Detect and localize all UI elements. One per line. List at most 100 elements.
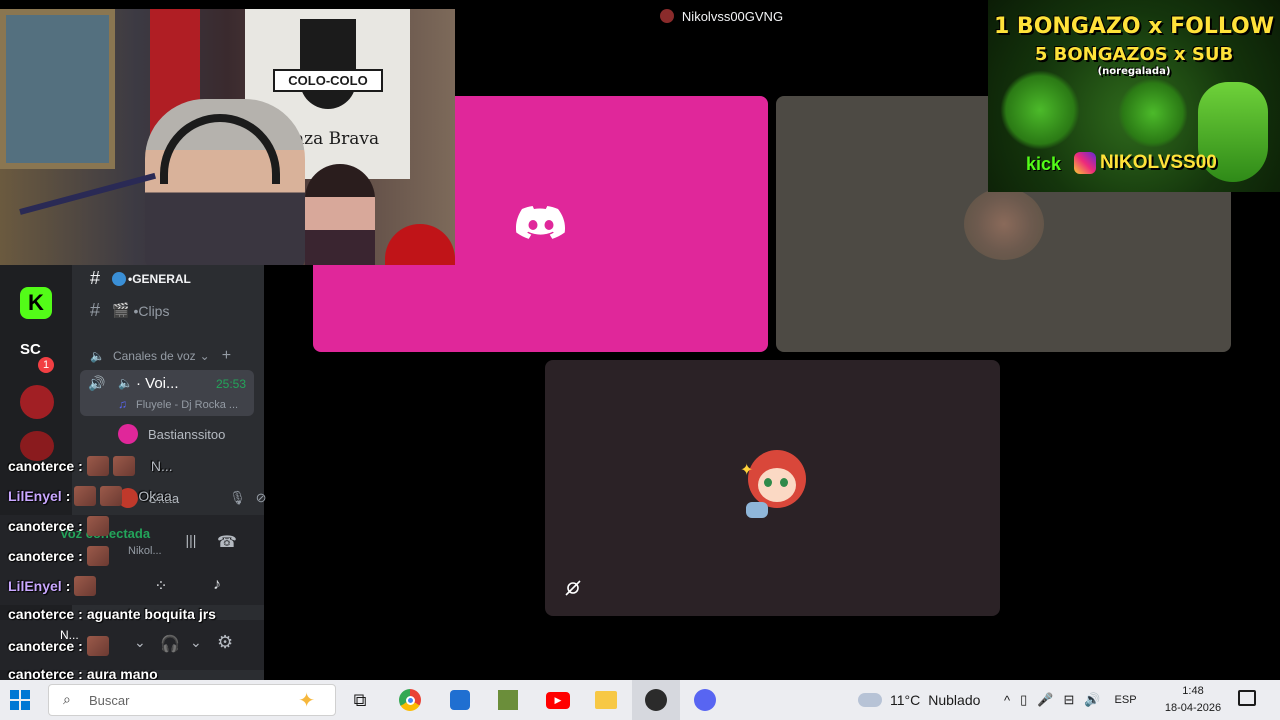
chevron-down-icon: ⌄ (199, 349, 210, 363)
chrome-icon[interactable] (396, 686, 424, 714)
gear-icon[interactable]: ⚙ (217, 632, 233, 653)
cannabis-leaf-right (1118, 78, 1188, 148)
chat-separator: : (78, 518, 83, 534)
music-icon: ♫ (118, 397, 127, 411)
chat-username: canoterce (8, 606, 75, 622)
cloud-icon (858, 693, 882, 707)
chat-emote (100, 486, 123, 506)
discord-avatar-icon (118, 424, 138, 444)
soundboard-icon[interactable]: ♪ (206, 576, 228, 596)
headphones-icon[interactable]: 🎧 (160, 634, 180, 654)
system-tray: ^ ▯ 🎤 ⊟ 🔊 ESP (1004, 680, 1137, 720)
voice-active-icon: 🔊 (88, 375, 106, 391)
chat-message: LilEnyel : (8, 576, 100, 596)
chevron-down-icon[interactable]: ⌄ (134, 634, 146, 651)
channel-clips[interactable]: # 🎬 •Clips (80, 300, 169, 321)
webcam-overlay: COLO-COLO Raza Brava (0, 9, 455, 265)
mic-arm (19, 172, 157, 215)
chevron-up-icon[interactable]: ^ (1004, 693, 1010, 708)
chevron-down-icon[interactable]: ⌄ (190, 634, 202, 651)
add-channel-icon[interactable]: + (222, 347, 231, 365)
chat-separator: : (78, 458, 83, 474)
user-avatar (964, 188, 1044, 260)
stream-avatar-icon (659, 9, 674, 23)
search-highlight-icon: ✦ (298, 690, 315, 712)
channel-general[interactable]: # • GENERAL (80, 268, 191, 289)
discord-logo-icon (516, 206, 566, 239)
hash-icon: # (90, 268, 101, 288)
store-icon[interactable] (446, 686, 474, 714)
chat-username: LilEnyel (8, 578, 62, 594)
microphone-icon[interactable]: 🎤 (1037, 692, 1053, 708)
language-indicator[interactable]: ESP (1115, 694, 1137, 706)
mic-muted-icon: 🎙 (229, 490, 246, 505)
chat-separator: : (78, 548, 83, 564)
chat-message: canoterce : aguante boquita jrs (8, 606, 216, 622)
stream-title: Nikolvss00GVNG (681, 8, 784, 24)
chat-emote (86, 546, 109, 566)
chat-tail-text: N... (150, 458, 173, 474)
hash-icon: # (90, 300, 101, 320)
chat-username: LilEnyel (8, 488, 62, 504)
weather-widget[interactable]: 11°C Nublado (858, 680, 980, 720)
task-view-icon[interactable]: ⧉ (346, 686, 374, 714)
obs-icon[interactable] (632, 680, 680, 720)
cannabis-leaf-left (1000, 70, 1080, 150)
minecraft-icon[interactable] (494, 686, 522, 714)
chat-message: canoterce : N... (8, 456, 173, 476)
activities-icon[interactable]: ⁘ (150, 576, 172, 596)
server-avatar-1[interactable] (20, 385, 54, 419)
chat-message-text: aguante boquita jrs (86, 606, 216, 622)
chat-separator: : (78, 638, 83, 654)
chat-tail-text: Okaa (138, 488, 172, 504)
chat-separator: : (78, 606, 83, 622)
mirror (0, 9, 115, 169)
file-explorer-icon[interactable] (592, 686, 620, 714)
notification-badge: 1 (38, 357, 54, 373)
clock[interactable]: 1:48 18-04-2026 (1158, 683, 1228, 717)
clapper-icon: 🎬 (112, 302, 130, 318)
volume-icon[interactable]: 🔊 (1084, 692, 1100, 708)
voice-channel-active[interactable]: 🔊 🔈 · Voi... 25:53 ♫ Fluyele - Dj Rocka … (80, 370, 254, 416)
youtube-icon[interactable]: ▶ (544, 686, 572, 714)
voice-category[interactable]: 🔈 Canales de voz ⌄ + (80, 347, 231, 365)
chat-username: canoterce (8, 458, 75, 474)
speaker-icon: 🔈 (118, 376, 133, 390)
noise-suppression-icon[interactable]: ||| (180, 532, 202, 552)
kick-server-icon[interactable]: K (20, 287, 52, 319)
chat-separator: : (65, 488, 71, 504)
stream-title-bar: Nikolvss00GVNG (455, 0, 988, 32)
voice-status-sub: Nikol... (128, 545, 162, 557)
chat-message: LilEnyel : Okaa (8, 486, 172, 506)
chat-message: canoterce : (8, 636, 113, 656)
sparkle-icon: ✦ (740, 462, 754, 479)
search-box[interactable]: ⌕ Buscar ✦ (48, 684, 336, 716)
notification-center-icon[interactable] (1238, 690, 1256, 706)
start-button[interactable] (10, 690, 30, 710)
anime-avatar: ✦ (740, 450, 810, 522)
chat-message: canoterce : (8, 546, 113, 566)
voice-user-bastian[interactable]: Bastianssitoo (118, 424, 225, 444)
chat-emote (74, 576, 97, 596)
instagram-handle: NIKOLVSS00 (1100, 152, 1217, 173)
red-plush (385, 224, 455, 265)
camera-off-icon[interactable] (561, 576, 585, 600)
disconnect-icon[interactable]: ☎ (216, 532, 238, 552)
promo-banner: 1 BONGAZO x FOLLOW 5 BONGAZOS x SUB (nor… (988, 0, 1280, 192)
companion-figure (305, 164, 375, 265)
chat-separator: : (65, 578, 71, 594)
chat-username: canoterce (8, 518, 75, 534)
deafen-icon: ⊘ (255, 490, 267, 505)
globe-icon (112, 271, 127, 286)
discord-app-icon[interactable] (691, 686, 719, 714)
chat-emote (86, 516, 109, 536)
phone-link-icon[interactable]: ▯ (1020, 692, 1027, 708)
search-icon: ⌕ (63, 691, 71, 707)
chat-emote (112, 456, 135, 476)
network-icon[interactable]: ⊟ (1063, 692, 1074, 708)
chat-emote (74, 486, 97, 506)
video-tile-anime-avatar[interactable]: ✦ (545, 360, 1000, 616)
chat-username: canoterce (8, 548, 75, 564)
speaker-icon: 🔈 (90, 349, 105, 363)
kick-label: kick (1026, 154, 1062, 174)
